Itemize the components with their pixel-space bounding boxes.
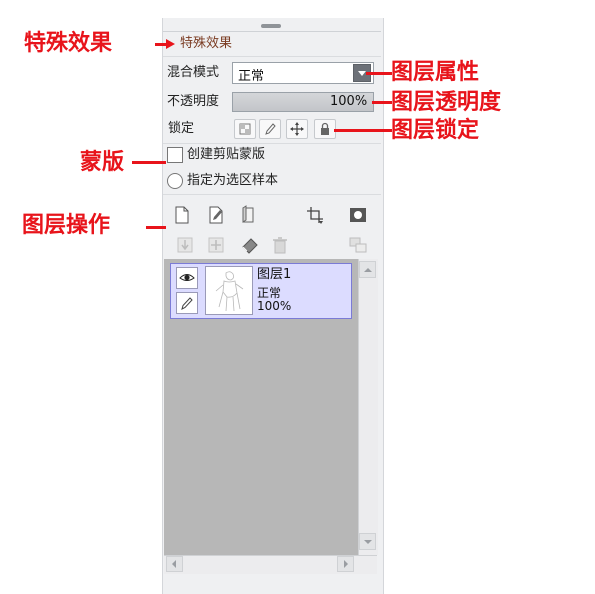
- layer-opacity: 100%: [257, 299, 292, 313]
- arrow-up-icon: [364, 268, 372, 272]
- vertical-scrollbar[interactable]: [358, 259, 378, 555]
- annotation-operations: 图层操作: [22, 213, 111, 238]
- lock-transparency-icon: [239, 123, 251, 135]
- visibility-toggle[interactable]: [176, 267, 198, 289]
- pencil-icon: [265, 123, 276, 135]
- new-layer-button[interactable]: [172, 205, 192, 225]
- merge-plus-icon: [208, 237, 224, 253]
- annotation-line: [146, 226, 166, 229]
- new-linework-layer-button[interactable]: [206, 205, 226, 225]
- arrow-down-icon: [364, 540, 372, 544]
- selection-source-radio[interactable]: [167, 173, 183, 189]
- selection-source-label: 指定为选区样本: [187, 173, 279, 188]
- clear-layer-button[interactable]: [240, 235, 260, 255]
- arrow-right-icon: [166, 39, 175, 49]
- divider: [163, 194, 381, 195]
- divider: [163, 56, 381, 57]
- sketch-thumbnail-image: [215, 271, 244, 312]
- arrow-left-icon: [172, 560, 176, 568]
- new-folder-button[interactable]: [238, 205, 258, 225]
- panel-divider: [163, 31, 381, 32]
- pencil-icon: [181, 297, 193, 310]
- annotation-effects: 特殊效果: [24, 31, 113, 56]
- crop-icon: [307, 207, 323, 224]
- annotation-mask: 蒙版: [80, 150, 125, 175]
- annotation-line: [366, 72, 392, 75]
- lock-transparency-button[interactable]: [234, 119, 256, 139]
- delete-layer-button[interactable]: [270, 235, 290, 255]
- clipping-mask-label: 创建剪贴蒙版: [187, 147, 266, 162]
- layer-name: 图层1: [257, 267, 292, 282]
- annotation-properties: 图层属性: [391, 60, 480, 85]
- annotation-lock: 图层锁定: [391, 118, 480, 143]
- layer-transform-button[interactable]: [305, 205, 325, 225]
- lock-icon: [321, 122, 329, 135]
- clipping-mask-checkbox[interactable]: [167, 147, 183, 163]
- edit-target-toggle[interactable]: [176, 292, 198, 314]
- eye-icon: [179, 274, 195, 281]
- layer-mask-button[interactable]: [348, 205, 368, 225]
- eraser-icon: [242, 238, 258, 254]
- blend-mode-value: 正常: [238, 69, 265, 84]
- layer-thumbnail: [205, 266, 253, 315]
- stack-icon: [349, 237, 367, 253]
- opacity-value: 100%: [330, 94, 368, 109]
- blend-mode-label: 混合模式: [167, 65, 220, 80]
- effects-header[interactable]: 特殊效果: [180, 36, 232, 52]
- mask-icon: [350, 208, 366, 222]
- annotation-opacity: 图层透明度: [391, 90, 502, 115]
- move-icon: [290, 122, 304, 136]
- lock-paint-button[interactable]: [259, 119, 281, 139]
- lock-label: 锁定: [168, 121, 195, 136]
- pen-page-icon: [209, 206, 223, 224]
- opacity-label: 不透明度: [167, 94, 220, 109]
- divider: [163, 143, 381, 144]
- lock-all-button[interactable]: [314, 119, 336, 139]
- folder-icon: [242, 205, 254, 223]
- annotation-line: [334, 129, 392, 132]
- trash-icon: [273, 237, 287, 254]
- annotation-line: [132, 161, 166, 164]
- transfer-down-icon: [177, 237, 193, 253]
- panel-resize-grip[interactable]: [261, 24, 281, 28]
- new-page-icon: [175, 206, 189, 224]
- transfer-down-button[interactable]: [175, 235, 195, 255]
- lock-move-button[interactable]: [286, 119, 308, 139]
- annotation-line: [372, 101, 392, 104]
- merge-down-button[interactable]: [206, 235, 226, 255]
- chevron-down-icon: [358, 71, 366, 76]
- layer-property-button[interactable]: [348, 235, 368, 255]
- arrow-right-icon: [344, 560, 348, 568]
